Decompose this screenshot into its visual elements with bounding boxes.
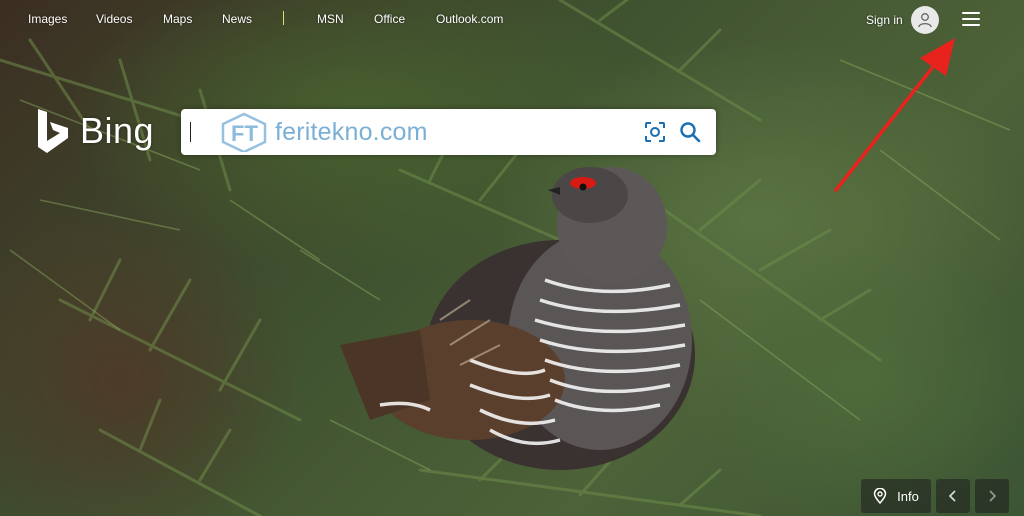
location-pin-icon [873, 488, 887, 504]
sign-in-label: Sign in [866, 13, 903, 27]
search-icon[interactable] [678, 120, 702, 144]
background-photo [0, 0, 1024, 516]
previous-image-button[interactable] [936, 479, 970, 513]
search-box[interactable]: FT feritekno.com [181, 109, 716, 155]
nav-link-office[interactable]: Office [374, 12, 405, 26]
camera-scan-icon[interactable] [644, 121, 666, 143]
spruce-branches [0, 0, 1011, 516]
next-image-button[interactable] [975, 479, 1009, 513]
sign-in-button[interactable]: Sign in [866, 6, 939, 34]
nav-link-images[interactable]: Images [28, 12, 67, 26]
nav-link-news[interactable]: News [222, 12, 252, 26]
nav-link-msn[interactable]: MSN [317, 12, 344, 26]
bing-logo-text: Bing [80, 110, 155, 151]
grouse-bird [340, 167, 695, 470]
nav-link-videos[interactable]: Videos [96, 12, 132, 26]
chevron-left-icon [948, 490, 956, 502]
watermark-text: feritekno.com [275, 117, 428, 146]
text-cursor [190, 122, 191, 142]
chevron-right-icon [989, 490, 997, 502]
bing-b-icon [38, 109, 68, 153]
user-icon [910, 6, 939, 34]
watermark-logo-icon: FT [221, 112, 267, 152]
bing-logo[interactable]: Bing [36, 108, 154, 154]
nav-link-maps[interactable]: Maps [163, 12, 192, 26]
nav-link-outlook[interactable]: Outlook.com [436, 12, 503, 26]
nav-separator [283, 11, 284, 25]
watermark: FT feritekno.com [219, 112, 428, 152]
info-label: Info [897, 488, 919, 504]
hamburger-icon[interactable] [962, 9, 984, 29]
info-button[interactable]: Info [861, 479, 931, 513]
svg-text:FT: FT [231, 121, 258, 146]
